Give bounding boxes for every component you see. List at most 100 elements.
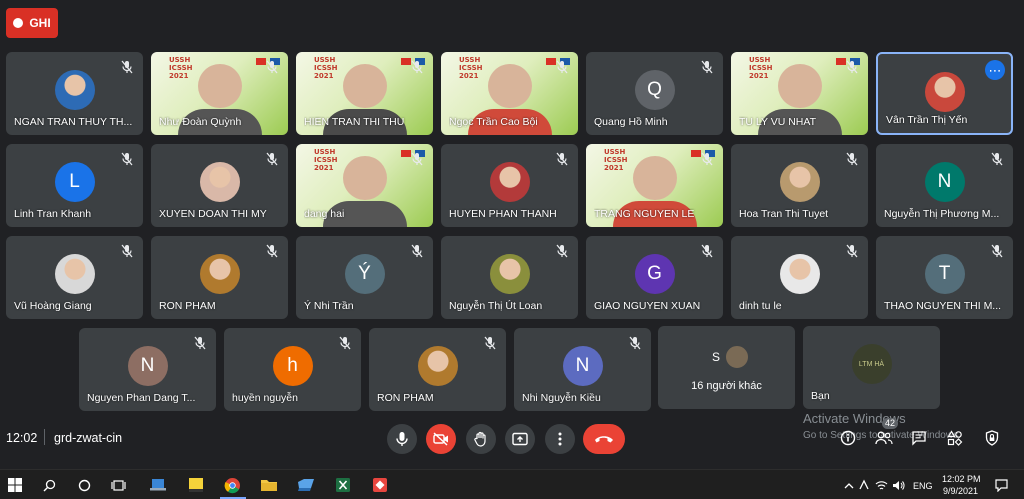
participant-name: Nguyễn Thị Út Loan bbox=[449, 300, 543, 312]
participant-tile[interactable]: USSH ICSSH 2021 TU LY VU NHAT bbox=[731, 52, 868, 135]
record-dot-icon bbox=[13, 18, 24, 28]
meeting-time: 12:02 bbox=[6, 431, 38, 445]
taskbar-app-photos[interactable] bbox=[295, 475, 317, 495]
input-language[interactable]: ENG bbox=[913, 481, 933, 491]
taskbar-app-excel[interactable] bbox=[332, 475, 354, 495]
participant-tile[interactable]: USSH ICSSH 2021 HIEN TRAN THI THU bbox=[296, 52, 433, 135]
mic-off-icon bbox=[629, 336, 641, 350]
person-head bbox=[487, 64, 532, 108]
mic-off-icon bbox=[339, 336, 351, 350]
mic-off-icon bbox=[194, 336, 206, 350]
self-tile[interactable]: LTM HÀ Bạn bbox=[803, 326, 940, 409]
microphone-button[interactable] bbox=[387, 424, 417, 454]
sticky-notes-icon bbox=[189, 478, 203, 492]
mic-off-icon bbox=[121, 60, 133, 74]
laptop-app-icon bbox=[150, 479, 166, 491]
tile-options-icon[interactable]: ⋯ bbox=[985, 60, 1005, 80]
mic-off-icon bbox=[991, 244, 1003, 258]
cortana-button[interactable] bbox=[73, 475, 95, 495]
participant-tile[interactable]: Hoa Tran Thi Tuyet bbox=[731, 144, 868, 227]
chat-button[interactable] bbox=[909, 428, 929, 448]
participant-tile[interactable]: L Linh Tran Khanh bbox=[6, 144, 143, 227]
more-options-button[interactable] bbox=[545, 424, 575, 454]
wifi-icon bbox=[875, 480, 887, 489]
taskbar-app-chrome[interactable] bbox=[221, 475, 243, 495]
people-icon bbox=[875, 431, 893, 445]
mic-off-icon bbox=[411, 60, 423, 74]
participant-tile[interactable]: N Nguyen Phan Dang T... bbox=[79, 328, 216, 411]
raise-hand-button[interactable] bbox=[466, 424, 496, 454]
participant-tile[interactable]: Ý Ý Nhi Trần bbox=[296, 236, 433, 319]
participant-name: Ý Nhi Trần bbox=[304, 300, 354, 312]
taskbar-app-anydesk[interactable] bbox=[369, 475, 391, 495]
remote-desktop-icon bbox=[373, 478, 387, 492]
participant-name: THAO NGUYEN THI M... bbox=[884, 300, 1002, 312]
start-button[interactable] bbox=[4, 475, 26, 495]
participant-tile[interactable]: T THAO NGUYEN THI M... bbox=[876, 236, 1013, 319]
mic-off-icon bbox=[556, 244, 568, 258]
task-view-button[interactable] bbox=[107, 475, 129, 495]
self-name: Bạn bbox=[811, 390, 830, 402]
participant-tile[interactable]: Q Quang Hồ Minh bbox=[586, 52, 723, 135]
initial-avatar: Q bbox=[634, 70, 675, 110]
participants-button[interactable] bbox=[874, 428, 894, 448]
mic-off-icon bbox=[266, 244, 278, 258]
windows-logo-icon bbox=[8, 478, 22, 492]
participant-tile[interactable]: RON PHAM bbox=[369, 328, 506, 411]
leave-call-button[interactable] bbox=[583, 424, 625, 454]
present-icon bbox=[512, 432, 528, 446]
person-head bbox=[342, 64, 387, 108]
mic-off-icon bbox=[556, 60, 568, 74]
participant-tile[interactable]: h huyền nguyễn bbox=[224, 328, 361, 411]
windows-taskbar: ENG 12:02 PM 9/9/2021 bbox=[0, 469, 1024, 499]
participant-tile[interactable]: USSH ICSSH 2021 TRANG NGUYEN LE bbox=[586, 144, 723, 227]
host-controls-button[interactable] bbox=[982, 428, 1002, 448]
participant-name: HIEN TRAN THI THU bbox=[304, 116, 405, 128]
profile-photo bbox=[54, 254, 95, 294]
shield-lock-icon bbox=[985, 430, 999, 446]
taskbar-app-laptop[interactable] bbox=[147, 475, 169, 495]
camera-button[interactable] bbox=[426, 424, 456, 454]
recording-indicator[interactable]: GHI bbox=[6, 8, 58, 38]
initial-avatar: h bbox=[272, 346, 313, 386]
mic-off-icon bbox=[991, 152, 1003, 166]
notification-center-button[interactable] bbox=[990, 475, 1012, 495]
participant-tile[interactable]: USSH ICSSH 2021 Ngọc Trần Cao Bội bbox=[441, 52, 578, 135]
others-tile[interactable]: S 16 người khác bbox=[658, 326, 795, 409]
participant-name: Như Đoàn Quỳnh bbox=[159, 116, 242, 128]
others-photo-avatar bbox=[724, 344, 750, 370]
meeting-code: grd-zwat-cin bbox=[54, 431, 123, 445]
participant-tile[interactable]: Vũ Hoàng Giang bbox=[6, 236, 143, 319]
participant-name: GIAO NGUYEN XUAN bbox=[594, 300, 701, 312]
hand-icon bbox=[474, 431, 486, 447]
participant-tile[interactable]: USSH ICSSH 2021 dang hai bbox=[296, 144, 433, 227]
participant-tile[interactable]: XUYEN DOAN THI MY bbox=[151, 144, 288, 227]
taskbar-app-file-explorer[interactable] bbox=[258, 475, 280, 495]
self-avatar: LTM HÀ bbox=[851, 344, 892, 384]
participant-tile[interactable]: N Nguyễn Thị Phương M... bbox=[876, 144, 1013, 227]
participant-tile[interactable]: ⋯ Vân Trần Thị Yến bbox=[876, 52, 1013, 135]
participant-tile[interactable]: N Nhi Nguyễn Kiều bbox=[514, 328, 651, 411]
participant-tile[interactable]: Nguyễn Thị Út Loan bbox=[441, 236, 578, 319]
person-head bbox=[777, 64, 822, 108]
mic-off-icon bbox=[701, 244, 713, 258]
participant-tile[interactable]: HUYEN PHAN THANH bbox=[441, 144, 578, 227]
mic-off-icon bbox=[266, 152, 278, 166]
profile-photo bbox=[199, 162, 240, 202]
participant-tile[interactable]: USSH ICSSH 2021 Như Đoàn Quỳnh bbox=[151, 52, 288, 135]
activities-button[interactable] bbox=[945, 428, 965, 448]
participant-tile[interactable]: NGAN TRAN THUY TH... bbox=[6, 52, 143, 135]
photos-app-icon bbox=[298, 479, 314, 491]
volume-button[interactable] bbox=[887, 475, 909, 495]
participant-tile[interactable]: dinh tu le bbox=[731, 236, 868, 319]
profile-photo bbox=[779, 254, 820, 294]
participant-tile[interactable]: G GIAO NGUYEN XUAN bbox=[586, 236, 723, 319]
more-vertical-icon bbox=[558, 432, 562, 446]
search-button[interactable] bbox=[38, 475, 60, 495]
taskbar-app-sticky-notes[interactable] bbox=[185, 475, 207, 495]
participant-name: dang hai bbox=[304, 208, 345, 220]
person-head bbox=[632, 156, 677, 200]
meeting-details-button[interactable] bbox=[838, 428, 858, 448]
present-screen-button[interactable] bbox=[505, 424, 535, 454]
participant-tile[interactable]: RON PHAM bbox=[151, 236, 288, 319]
